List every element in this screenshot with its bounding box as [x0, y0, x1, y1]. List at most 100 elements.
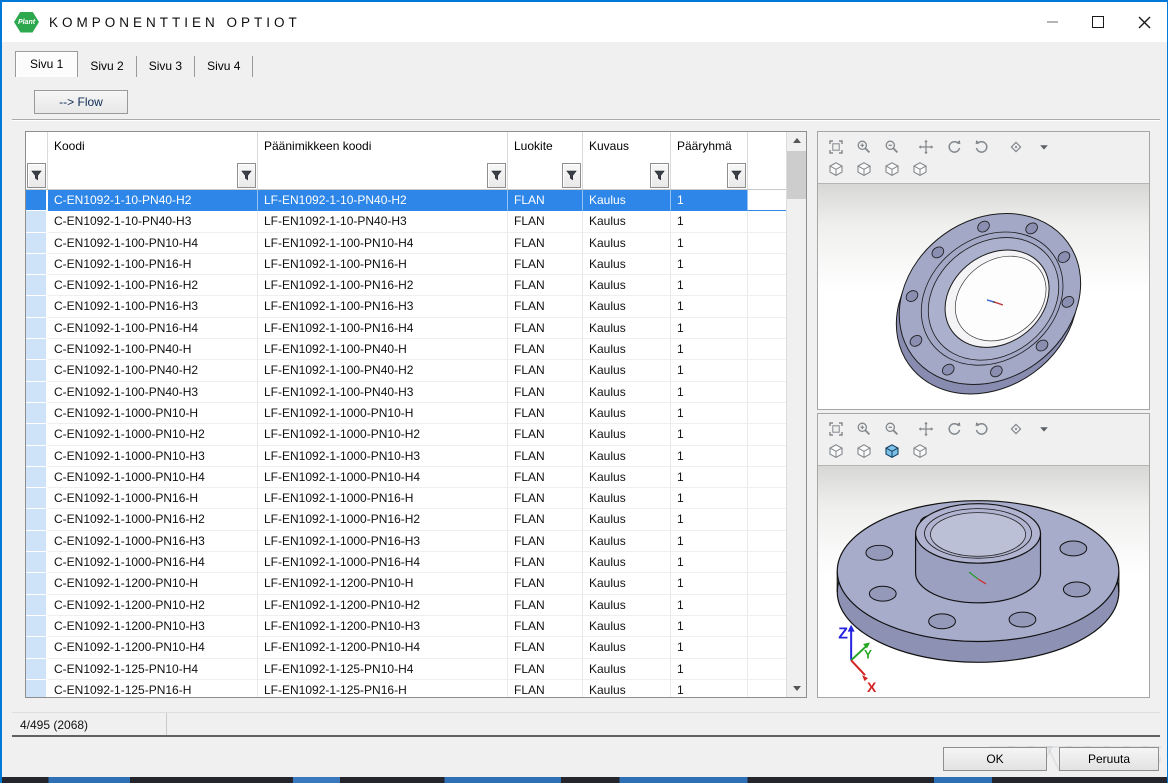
zoom-in-icon[interactable] [854, 138, 874, 156]
table-row[interactable]: C-EN1092-1-10-PN40-H2LF-EN1092-1-10-PN40… [26, 190, 786, 211]
table-row[interactable]: C-EN1092-1-100-PN16-H4LF-EN1092-1-100-PN… [26, 318, 786, 339]
filter-button[interactable] [650, 163, 669, 188]
zoom-in-icon[interactable] [854, 420, 874, 438]
scrollbar-thumb[interactable] [787, 151, 806, 199]
set-origin-icon[interactable] [1006, 420, 1026, 438]
iso-view-4-icon[interactable] [910, 442, 930, 460]
filter-button[interactable] [727, 163, 746, 188]
cell: Kaulus [583, 339, 671, 360]
table-row[interactable]: C-EN1092-1-1000-PN16-H4LF-EN1092-1-1000-… [26, 552, 786, 573]
filter-cell-5[interactable] [671, 161, 748, 189]
cell-filler [748, 403, 786, 424]
table-row[interactable]: C-EN1092-1-1200-PN10-H3LF-EN1092-1-1200-… [26, 616, 786, 637]
filter-button[interactable] [562, 163, 581, 188]
iso-view-3-icon[interactable] [882, 442, 902, 460]
table-row[interactable]: C-EN1092-1-100-PN16-H2LF-EN1092-1-100-PN… [26, 275, 786, 296]
ok-button[interactable]: OK [943, 747, 1047, 771]
table-row[interactable]: C-EN1092-1-10-PN40-H3LF-EN1092-1-10-PN40… [26, 211, 786, 232]
iso-view-2-icon[interactable] [854, 442, 874, 460]
row-indicator [26, 659, 48, 680]
rotate-ccw-icon[interactable] [944, 138, 964, 156]
iso-view-1-icon[interactable] [826, 442, 846, 460]
pan-icon[interactable] [916, 138, 936, 156]
table-row[interactable]: C-EN1092-1-100-PN40-H2LF-EN1092-1-100-PN… [26, 360, 786, 381]
cell-filler [748, 254, 786, 275]
cell: Kaulus [583, 616, 671, 637]
tab-sivu-3[interactable]: Sivu 3 [137, 56, 195, 77]
set-origin-icon[interactable] [1006, 138, 1026, 156]
filter-cell-2[interactable] [258, 161, 508, 189]
scroll-down-button[interactable] [787, 680, 806, 697]
fit-view-icon[interactable] [826, 420, 846, 438]
window-title: KOMPONENTTIEN OPTIOT [49, 15, 301, 30]
iso-view-2-icon[interactable] [854, 160, 874, 178]
rotate-cw-icon[interactable] [972, 420, 992, 438]
table-row[interactable]: C-EN1092-1-100-PN16-HLF-EN1092-1-100-PN1… [26, 254, 786, 275]
cell: C-EN1092-1-10-PN40-H3 [48, 211, 258, 232]
cell: Kaulus [583, 296, 671, 317]
table-row[interactable]: C-EN1092-1-100-PN10-H4LF-EN1092-1-100-PN… [26, 233, 786, 254]
viewport-3d-bottom[interactable]: ZYX [818, 465, 1149, 697]
scroll-up-button[interactable] [787, 132, 806, 149]
flow-button[interactable]: --> Flow [34, 90, 128, 114]
vertical-scrollbar[interactable] [786, 132, 806, 697]
axis-label-z: Z [838, 626, 848, 643]
table-row[interactable]: C-EN1092-1-1000-PN16-H2LF-EN1092-1-1000-… [26, 509, 786, 530]
table-row[interactable]: C-EN1092-1-1000-PN10-H3LF-EN1092-1-1000-… [26, 446, 786, 467]
zoom-out-icon[interactable] [882, 138, 902, 156]
cell: 1 [671, 275, 748, 296]
cell: FLAN [508, 339, 583, 360]
table-row[interactable]: C-EN1092-1-1000-PN16-HLF-EN1092-1-1000-P… [26, 488, 786, 509]
table-row[interactable]: C-EN1092-1-100-PN16-H3LF-EN1092-1-100-PN… [26, 296, 786, 317]
table-row[interactable]: C-EN1092-1-100-PN40-H3LF-EN1092-1-100-PN… [26, 382, 786, 403]
table-row[interactable]: C-EN1092-1-1000-PN16-H3LF-EN1092-1-1000-… [26, 531, 786, 552]
iso-view-1-icon[interactable] [826, 160, 846, 178]
table-row[interactable]: C-EN1092-1-1000-PN10-H4LF-EN1092-1-1000-… [26, 467, 786, 488]
table-row[interactable]: C-EN1092-1-1200-PN10-H2LF-EN1092-1-1200-… [26, 595, 786, 616]
tab-sivu-4[interactable]: Sivu 4 [195, 56, 253, 77]
viewport-3d-top[interactable] [818, 183, 1149, 409]
cell: FLAN [508, 424, 583, 445]
filter-button[interactable] [487, 163, 506, 188]
rotate-ccw-icon[interactable] [944, 420, 964, 438]
column-header-1[interactable]: Koodi [48, 132, 258, 161]
table-row[interactable]: C-EN1092-1-125-PN10-H4LF-EN1092-1-125-PN… [26, 659, 786, 680]
cell-filler [748, 637, 786, 658]
view-menu-icon[interactable] [1034, 138, 1054, 156]
column-header-4[interactable]: Kuvaus [583, 132, 671, 161]
filter-cell-3[interactable] [508, 161, 583, 189]
filter-button[interactable] [27, 163, 46, 188]
table-row[interactable]: C-EN1092-1-1200-PN10-H4LF-EN1092-1-1200-… [26, 637, 786, 658]
zoom-out-icon[interactable] [882, 420, 902, 438]
column-header-2[interactable]: Päänimikkeen koodi [258, 132, 508, 161]
tab-sivu-2[interactable]: Sivu 2 [78, 56, 136, 77]
table-row[interactable]: C-EN1092-1-1000-PN10-HLF-EN1092-1-1000-P… [26, 403, 786, 424]
cell: FLAN [508, 509, 583, 530]
iso-view-3-icon[interactable] [882, 160, 902, 178]
table-row[interactable]: C-EN1092-1-100-PN40-HLF-EN1092-1-100-PN4… [26, 339, 786, 360]
table-row[interactable]: C-EN1092-1-125-PN16-HLF-EN1092-1-125-PN1… [26, 680, 786, 697]
rotate-cw-icon[interactable] [972, 138, 992, 156]
maximize-button[interactable] [1075, 2, 1121, 42]
table-row[interactable]: C-EN1092-1-1000-PN10-H2LF-EN1092-1-1000-… [26, 424, 786, 445]
column-header-5[interactable]: Pääryhmä [671, 132, 748, 161]
cell: LF-EN1092-1-100-PN40-H3 [258, 382, 508, 403]
cell: FLAN [508, 659, 583, 680]
cell: FLAN [508, 233, 583, 254]
tab-sivu-1[interactable]: Sivu 1 [15, 51, 78, 77]
cell: Kaulus [583, 190, 671, 211]
fit-view-icon[interactable] [826, 138, 846, 156]
minimize-button[interactable] [1029, 2, 1075, 42]
iso-view-4-icon[interactable] [910, 160, 930, 178]
row-indicator [26, 467, 48, 488]
filter-cell-1[interactable] [48, 161, 258, 189]
table-row[interactable]: C-EN1092-1-1200-PN10-HLF-EN1092-1-1200-P… [26, 573, 786, 594]
pan-icon[interactable] [916, 420, 936, 438]
cell: Kaulus [583, 637, 671, 658]
view-menu-icon[interactable] [1034, 420, 1054, 438]
close-button[interactable] [1121, 2, 1167, 42]
filter-button[interactable] [237, 163, 256, 188]
column-header-3[interactable]: Luokite [508, 132, 583, 161]
filter-cell-4[interactable] [583, 161, 671, 189]
cancel-button[interactable]: Peruuta [1059, 747, 1159, 771]
